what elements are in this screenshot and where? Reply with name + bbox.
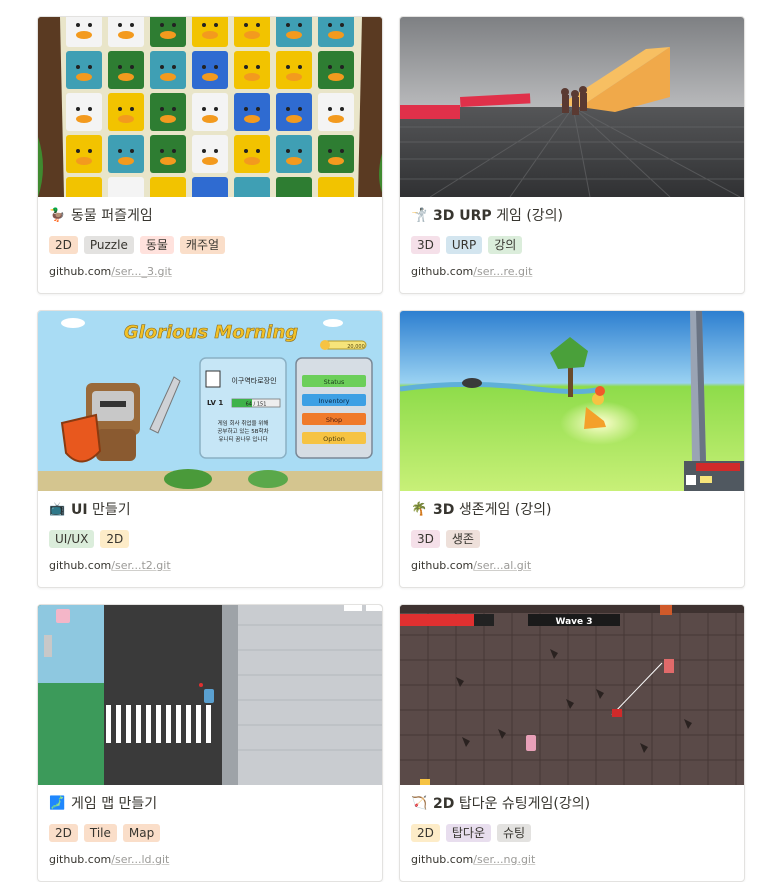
tv-icon: 📺 — [49, 502, 66, 517]
title-text: 만들기 — [87, 502, 131, 518]
card-title[interactable]: 🏹 2D 탑다운 슈팅게임(강의) — [411, 794, 590, 814]
url-path: /ser...t2.git — [111, 559, 171, 572]
tag: Tile — [83, 824, 117, 842]
cover-image — [38, 17, 382, 197]
card-title[interactable]: 🗾 게임 맵 만들기 — [49, 794, 157, 814]
url-domain: github.com — [49, 853, 112, 866]
map-icon: 🗾 — [49, 796, 66, 811]
tag: 2D — [100, 530, 130, 548]
wave-counter: Wave 3 — [555, 617, 592, 627]
title-text: 생존게임 (강의) — [454, 502, 552, 518]
title-text: 게임 (강의) — [491, 208, 564, 224]
level-text: LV 1 — [207, 399, 223, 407]
tag: Puzzle — [83, 236, 134, 254]
url-domain: github.com — [49, 265, 112, 278]
url-domain: github.com — [411, 265, 474, 278]
tag: UI/UX — [49, 530, 95, 548]
tag: 캐주얼 — [179, 236, 226, 254]
menu-status: Status — [324, 378, 345, 386]
menu-shop: Shop — [326, 416, 342, 424]
title-text: 탑다운 슈팅게임(강의) — [454, 796, 591, 812]
cover-image — [38, 605, 382, 785]
menu-inventory: Inventory — [318, 397, 349, 405]
banner-text: Glorious Morning — [124, 322, 298, 343]
gallery-card-animal-puzzle[interactable]: 🦆 동물 퍼즐게임 2D Puzzle 동물 캐주얼 github.com/se… — [37, 16, 383, 294]
tag: URP — [445, 236, 483, 254]
tag: 3D — [411, 236, 440, 254]
tag-list: UI/UX 2D — [49, 530, 130, 548]
player-name: 이구역타로장인 — [231, 376, 276, 385]
title-text: 게임 맵 만들기 — [71, 796, 158, 812]
desc-line-1: 게임 회사 취업을 위해 — [218, 419, 269, 427]
gallery-card-2d-topdown[interactable]: Wave 3 🏹 2D 탑다운 슈팅게임(강의) 2D 탑다운 슈팅 githu… — [399, 604, 745, 882]
title-text: 동물 퍼즐게임 — [71, 208, 153, 224]
cover-image: Glorious Morning 20,000 이구역타로장인 LV 1 64 … — [38, 311, 382, 491]
title-bold: UI — [71, 502, 88, 518]
tag: 2D — [49, 236, 78, 254]
cover-image — [400, 311, 744, 491]
tag-list: 2D Tile Map — [49, 824, 161, 842]
url-domain: github.com — [411, 559, 474, 572]
bow-arrow-icon: 🏹 — [411, 796, 428, 811]
repo-link[interactable]: github.com/ser...t2.git — [49, 559, 171, 572]
card-title[interactable]: 🦆 동물 퍼즐게임 — [49, 206, 153, 226]
repo-link[interactable]: github.com/ser...ld.git — [49, 853, 169, 866]
gold-amount: 20,000 — [347, 344, 365, 350]
url-path: /ser..._3.git — [111, 265, 172, 278]
repo-link[interactable]: github.com/ser...al.git — [411, 559, 531, 572]
url-path: /ser...ng.git — [473, 853, 536, 866]
url-domain: github.com — [411, 853, 474, 866]
url-path: /ser...ld.git — [111, 853, 170, 866]
cover-image: Wave 3 — [400, 605, 744, 785]
tag: 2D — [49, 824, 78, 842]
tag: 동물 — [139, 236, 174, 254]
title-bold: 2D — [433, 796, 455, 812]
gallery-card-ui[interactable]: Glorious Morning 20,000 이구역타로장인 LV 1 64 … — [37, 310, 383, 588]
tag-list: 2D Puzzle 동물 캐주얼 — [49, 236, 226, 254]
repo-link[interactable]: github.com/ser...re.git — [411, 265, 532, 278]
tag: 2D — [411, 824, 440, 842]
exp-text: 64 / 151 — [246, 402, 267, 408]
tag: 탑다운 — [445, 824, 491, 842]
duck-icon: 🦆 — [49, 208, 66, 223]
tag-list: 3D URP 강의 — [411, 236, 523, 254]
gallery-card-3d-urp[interactable]: 🤺 3D URP 게임 (강의) 3D URP 강의 github.com/se… — [399, 16, 745, 294]
cover-image — [400, 17, 744, 197]
tag: 슈팅 — [497, 824, 532, 842]
repo-link[interactable]: github.com/ser..._3.git — [49, 265, 172, 278]
card-title[interactable]: 📺 UI 만들기 — [49, 500, 131, 520]
gallery-card-game-map[interactable]: 🗾 게임 맵 만들기 2D Tile Map github.com/ser...… — [37, 604, 383, 882]
card-title[interactable]: 🤺 3D URP 게임 (강의) — [411, 206, 563, 226]
tag: 생존 — [445, 530, 480, 548]
url-path: /ser...al.git — [473, 559, 532, 572]
title-bold: 3D — [433, 502, 455, 518]
title-bold: 3D URP — [433, 208, 492, 224]
tag: 강의 — [488, 236, 523, 254]
palm-tree-icon: 🌴 — [411, 502, 428, 517]
tag-list: 3D 생존 — [411, 530, 480, 548]
card-title[interactable]: 🌴 3D 생존게임 (강의) — [411, 500, 551, 520]
gallery-card-3d-survival[interactable]: 🌴 3D 생존게임 (강의) 3D 생존 github.com/ser...al… — [399, 310, 745, 588]
tag-list: 2D 탑다운 슈팅 — [411, 824, 532, 842]
url-path: /ser...re.git — [473, 265, 533, 278]
repo-link[interactable]: github.com/ser...ng.git — [411, 853, 535, 866]
url-domain: github.com — [49, 559, 112, 572]
desc-line-2: 공부하고 있는 5B학차 — [217, 427, 268, 435]
desc-line-3: 유니티 꿈나무 입니다 — [218, 435, 267, 443]
tag: Map — [122, 824, 161, 842]
menu-option: Option — [323, 435, 345, 443]
tag: 3D — [411, 530, 440, 548]
fencer-icon: 🤺 — [411, 208, 428, 223]
